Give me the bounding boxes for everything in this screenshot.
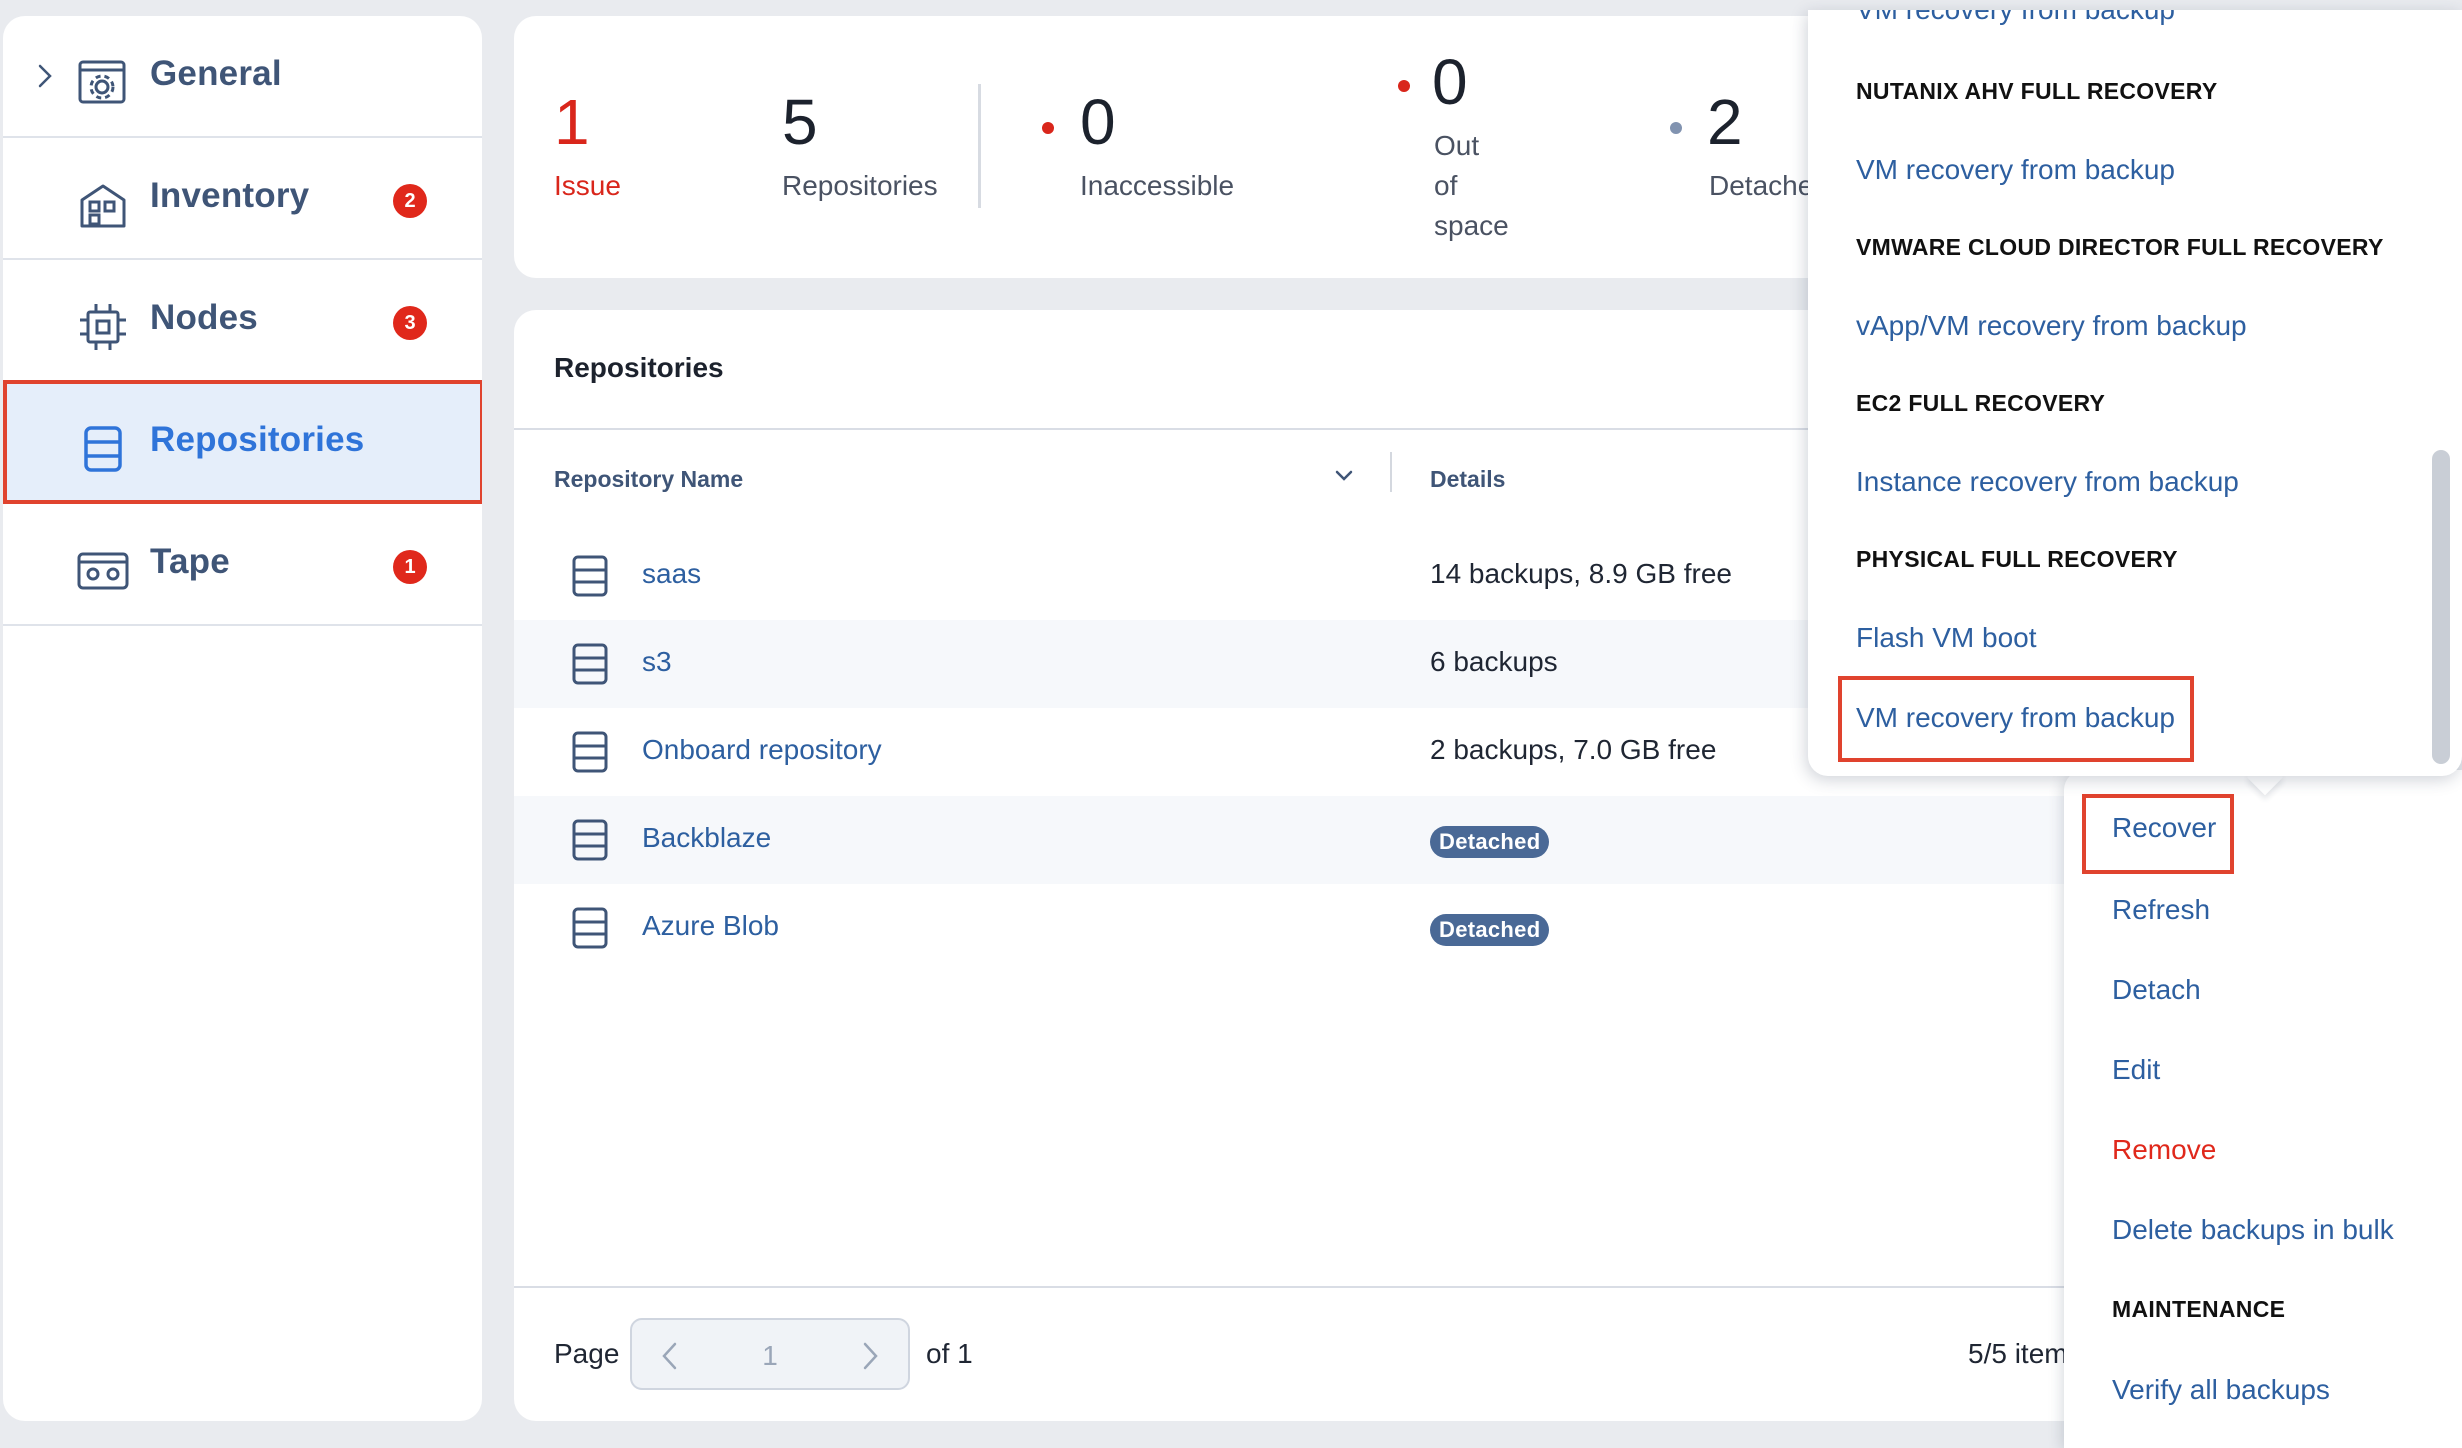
menu-item-remove[interactable]: Remove [2112,1134,2216,1166]
menu-heading-nutanix: NUTANIX AHV FULL RECOVERY [1856,78,2218,104]
highlight-box [2082,794,2234,874]
menu-item-vapp-vm-recovery[interactable]: vApp/VM recovery from backup [1856,310,2247,342]
panel-title: Repositories [554,352,724,383]
column-divider[interactable] [1390,452,1392,492]
out-of-space-count: 0 [1432,46,1468,118]
count-badge: 2 [393,184,427,218]
column-header-details[interactable]: Details [1430,466,1505,493]
actions-menu: Recover Refresh Detach Edit Remove Delet… [2064,770,2462,1448]
repositories-count: 5 [782,86,818,158]
tape-icon [77,552,129,590]
storage-icon [572,643,608,685]
recover-submenu: VM recovery from backup NUTANIX AHV FULL… [1808,10,2462,776]
chevron-right-icon[interactable] [31,61,59,91]
sidebar-item-repositories[interactable]: Repositories [3,380,482,504]
summary-stats-panel: 1 Issue 5 Repositories 0 Inaccessible 0 … [514,16,1914,278]
highlight-box [1838,676,2194,762]
repository-name-link[interactable]: Onboard repository [642,734,882,766]
menu-item-detach[interactable]: Detach [2112,974,2201,1006]
out-of-space-label-line2: of [1434,170,1458,201]
menu-item-vm-recovery[interactable]: VM recovery from backup [1856,10,2175,26]
scrollbar-thumb[interactable] [2432,450,2450,764]
detached-count: 2 [1707,86,1743,158]
storage-icon [572,907,608,949]
page-total-label: of 1 [926,1338,973,1369]
column-header-repository-name[interactable]: Repository Name [554,466,743,493]
stats-divider [978,84,981,208]
menu-item-delete-backups-bulk[interactable]: Delete backups in bulk [2112,1214,2394,1246]
repository-details: 14 backups, 8.9 GB free [1430,558,1732,589]
menu-item-flash-vm-boot[interactable]: Flash VM boot [1856,622,2037,654]
storage-icon [84,426,122,472]
menu-heading-ec2: EC2 FULL RECOVERY [1856,390,2106,416]
sidebar-item-label: General [150,54,282,93]
status-dot-red [1398,80,1410,92]
repository-name-link[interactable]: s3 [642,646,672,678]
table-row[interactable]: Backblaze Detached [514,796,2304,884]
menu-heading-vcd: VMWARE CLOUD DIRECTOR FULL RECOVERY [1856,234,2384,260]
sidebar-item-label: Nodes [150,298,258,337]
chevron-right-icon[interactable] [856,1340,884,1372]
menu-heading-maintenance: MAINTENANCE [2112,1296,2286,1322]
inaccessible-count: 0 [1080,86,1116,158]
storage-icon [572,555,608,597]
sidebar-item-tape[interactable]: Tape 1 [3,504,482,626]
repository-details: 6 backups [1430,646,1558,677]
count-badge: 3 [393,306,427,340]
menu-item-instance-recovery[interactable]: Instance recovery from backup [1856,466,2239,498]
status-dot-gray [1670,122,1682,134]
inaccessible-label: Inaccessible [1080,170,1235,201]
menu-item-verify-all-backups[interactable]: Verify all backups [2112,1374,2330,1406]
chevron-down-icon[interactable] [1330,462,1358,490]
repository-name-link[interactable]: Backblaze [642,822,771,854]
out-of-space-label-line3: space [1434,210,1509,241]
divider [514,1286,2304,1288]
sidebar-item-label: Inventory [150,176,310,215]
out-of-space-label-line1: Out [1434,130,1480,161]
menu-item-refresh[interactable]: Refresh [2112,894,2210,926]
sidebar-item-nodes[interactable]: Nodes 3 [3,260,482,382]
repository-details: 2 backups, 7.0 GB free [1430,734,1717,765]
table-row[interactable]: Azure Blob Detached [514,884,2304,972]
sidebar-item-inventory[interactable]: Inventory 2 [3,138,482,260]
page-label: Page [554,1338,620,1369]
status-badge: Detached [1430,914,1550,946]
sidebar: General Inventory 2 Nodes 3 Repositories… [3,16,482,1421]
storage-icon [572,819,608,861]
detached-label: Detache [1709,170,1814,201]
status-badge: Detached [1430,826,1550,858]
building-icon [80,184,126,228]
repositories-label: Repositories [782,170,938,201]
gear-window-icon [78,60,126,104]
page-input[interactable]: 1 [630,1318,910,1390]
issue-label[interactable]: Issue [554,166,621,206]
sidebar-item-label: Repositories [150,420,365,459]
status-dot-red [1042,122,1054,134]
issue-count[interactable]: 1 [554,90,590,154]
sidebar-item-label: Tape [150,542,230,581]
items-count-label: 5/5 item [1968,1338,2068,1369]
count-badge: 1 [393,550,427,584]
chip-icon [80,304,126,350]
sidebar-item-general[interactable]: General [3,16,482,138]
menu-item-edit[interactable]: Edit [2112,1054,2160,1086]
repository-name-link[interactable]: Azure Blob [642,910,779,942]
storage-icon [572,731,608,773]
menu-item-nutanix-vm-recovery[interactable]: VM recovery from backup [1856,154,2175,186]
repository-name-link[interactable]: saas [642,558,701,590]
menu-heading-physical: PHYSICAL FULL RECOVERY [1856,546,2178,572]
